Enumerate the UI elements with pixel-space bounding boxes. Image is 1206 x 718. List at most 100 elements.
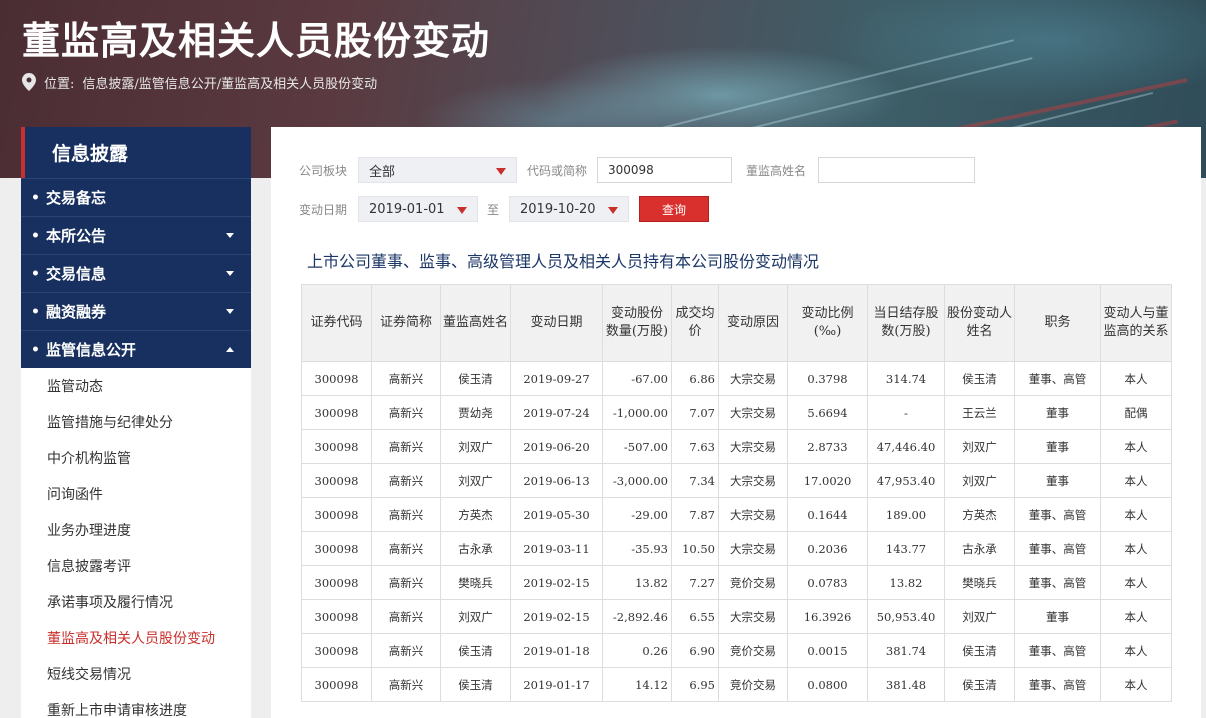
sub-item-regulatory-news[interactable]: 监管动态 — [21, 368, 251, 404]
table-row: 300098 高新兴 方英杰 2019-05-30 -29.00 7.87 大宗交易 0.16… — [301, 497, 1172, 532]
cell-date: 2019-07-24 — [510, 395, 603, 430]
sub-item-disciplinary-actions[interactable]: 监管措施与纪律处分 — [21, 404, 251, 440]
cell-reason: 大宗交易 — [718, 599, 788, 634]
cell-officer-name: 刘双广 — [440, 429, 511, 464]
cell-relation: 本人 — [1100, 463, 1172, 498]
cell-relation: 本人 — [1100, 497, 1172, 532]
menu-item-margin-trading[interactable]: • 融资融券 — [21, 292, 251, 330]
cell-avg-price: 6.95 — [671, 667, 719, 702]
menu-item-regulatory-disclosure[interactable]: • 监管信息公开 — [21, 330, 251, 368]
cell-officer-name: 贾幼尧 — [440, 395, 511, 430]
date-from-value: 2019-01-01 — [369, 201, 445, 217]
board-select[interactable]: 全部 — [358, 157, 517, 183]
cell-reason: 大宗交易 — [718, 497, 788, 532]
main-panel: 公司板块 全部 代码或简称 董监高姓名 变动日期 2019-01-01 至 20… — [271, 127, 1201, 718]
header-col-date: 变动日期 — [510, 284, 603, 362]
menu-item-label: 监管信息公开 — [46, 341, 137, 359]
table-body: 300098 高新兴 侯玉清 2019-09-27 -67.00 6.86 大宗交易 0.37… — [301, 361, 1172, 702]
sub-item-disclosure-evaluation[interactable]: 信息披露考评 — [21, 548, 251, 584]
sub-item-commitments[interactable]: 承诺事项及履行情况 — [21, 584, 251, 620]
cell-change-qty: -29.00 — [602, 497, 672, 532]
breadcrumb: 位置: 信息披露/监管信息公开/董监高及相关人员股份变动 — [22, 72, 377, 92]
caret-down-icon — [226, 309, 234, 314]
cell-officer-name: 刘双广 — [440, 599, 511, 634]
cell-balance: 47,446.40 — [867, 429, 945, 464]
code-input[interactable] — [597, 157, 732, 183]
date-from-select[interactable]: 2019-01-01 — [358, 196, 478, 222]
bullet-icon: • — [31, 265, 40, 282]
cell-balance: 47,953.40 — [867, 463, 945, 498]
cell-ratio: 0.3798 — [787, 361, 868, 396]
cell-reason: 大宗交易 — [718, 531, 788, 566]
name-input[interactable] — [818, 157, 975, 183]
cell-balance: 381.48 — [867, 667, 945, 702]
cell-code: 300098 — [301, 633, 372, 668]
to-label: 至 — [487, 203, 500, 217]
cell-ratio: 16.3926 — [787, 599, 868, 634]
header-col-avg-price: 成交均价 — [671, 284, 719, 362]
sub-item-short-swing-trading[interactable]: 短线交易情况 — [21, 656, 251, 692]
cell-ratio: 0.0800 — [787, 667, 868, 702]
dropdown-arrow-icon — [496, 168, 506, 175]
query-button[interactable]: 查询 — [639, 196, 709, 222]
cell-officer-name: 方英杰 — [440, 497, 511, 532]
date-to-value: 2019-10-20 — [520, 201, 596, 217]
table-row: 300098 高新兴 侯玉清 2019-01-18 0.26 6.90 竞价交易 0.0015… — [301, 633, 1172, 668]
dropdown-arrow-icon — [608, 207, 618, 214]
cell-short-name: 高新兴 — [371, 361, 441, 396]
cell-position: 董事 — [1014, 395, 1101, 430]
table-row: 300098 高新兴 古永承 2019-03-11 -35.93 10.50 大宗交易 0.2… — [301, 531, 1172, 566]
location-label: 位置: — [44, 76, 75, 92]
cell-position: 董事 — [1014, 463, 1101, 498]
cell-reason: 大宗交易 — [718, 395, 788, 430]
cell-avg-price: 7.27 — [671, 565, 719, 600]
cell-avg-price: 7.07 — [671, 395, 719, 430]
sub-item-relisting-progress[interactable]: 重新上市申请审核进度 — [21, 692, 251, 718]
cell-officer-name: 刘双广 — [440, 463, 511, 498]
cell-code: 300098 — [301, 497, 372, 532]
sub-item-share-changes[interactable]: 董监高及相关人员股份变动 — [21, 620, 251, 656]
header-col-reason: 变动原因 — [718, 284, 788, 362]
breadcrumb-path[interactable]: 信息披露/监管信息公开/董监高及相关人员股份变动 — [82, 73, 377, 92]
menu-item-announcements[interactable]: • 本所公告 — [21, 216, 251, 254]
cell-change-qty: -1,000.00 — [602, 395, 672, 430]
cell-date: 2019-02-15 — [510, 565, 603, 600]
menu-item-trade-memo[interactable]: • 交易备忘 — [21, 178, 251, 216]
cell-position: 董事、高管 — [1014, 633, 1101, 668]
bullet-icon: • — [31, 189, 40, 206]
cell-reason: 竞价交易 — [718, 633, 788, 668]
cell-code: 300098 — [301, 429, 372, 464]
cell-changer-name: 方英杰 — [944, 497, 1015, 532]
cell-change-qty: -507.00 — [602, 429, 672, 464]
cell-code: 300098 — [301, 395, 372, 430]
section-title: 上市公司董事、监事、高级管理人员及相关人员持有本公司股份变动情况 — [307, 252, 820, 271]
cell-date: 2019-02-15 — [510, 599, 603, 634]
sub-item-intermediary-supervision[interactable]: 中介机构监管 — [21, 440, 251, 476]
cell-position: 董事、高管 — [1014, 361, 1101, 396]
sub-item-business-progress[interactable]: 业务办理进度 — [21, 512, 251, 548]
header-col-officer-name: 董监高姓名 — [440, 284, 511, 362]
caret-down-icon — [226, 271, 234, 276]
table-row: 300098 高新兴 侯玉清 2019-01-17 14.12 6.95 竞价交易 0.080… — [301, 667, 1172, 702]
cell-position: 董事 — [1014, 429, 1101, 464]
name-label: 董监高姓名 — [746, 164, 807, 178]
header-col-change-qty: 变动股份数量(万股) — [602, 284, 672, 362]
cell-relation: 本人 — [1100, 565, 1172, 600]
date-to-select[interactable]: 2019-10-20 — [509, 196, 629, 222]
menu-item-trade-info[interactable]: • 交易信息 — [21, 254, 251, 292]
cell-changer-name: 侯玉清 — [944, 633, 1015, 668]
cell-ratio: 5.6694 — [787, 395, 868, 430]
cell-ratio: 0.1644 — [787, 497, 868, 532]
cell-ratio: 0.0015 — [787, 633, 868, 668]
cell-avg-price: 7.63 — [671, 429, 719, 464]
cell-relation: 本人 — [1100, 667, 1172, 702]
sub-item-inquiry-letters[interactable]: 问询函件 — [21, 476, 251, 512]
cell-ratio: 0.2036 — [787, 531, 868, 566]
cell-balance: 50,953.40 — [867, 599, 945, 634]
cell-date: 2019-06-20 — [510, 429, 603, 464]
caret-down-icon — [226, 233, 234, 238]
cell-short-name: 高新兴 — [371, 497, 441, 532]
sidebar-header: 信息披露 — [21, 127, 251, 178]
header-col-ratio: 变动比例(‰) — [787, 284, 868, 362]
cell-avg-price: 6.90 — [671, 633, 719, 668]
